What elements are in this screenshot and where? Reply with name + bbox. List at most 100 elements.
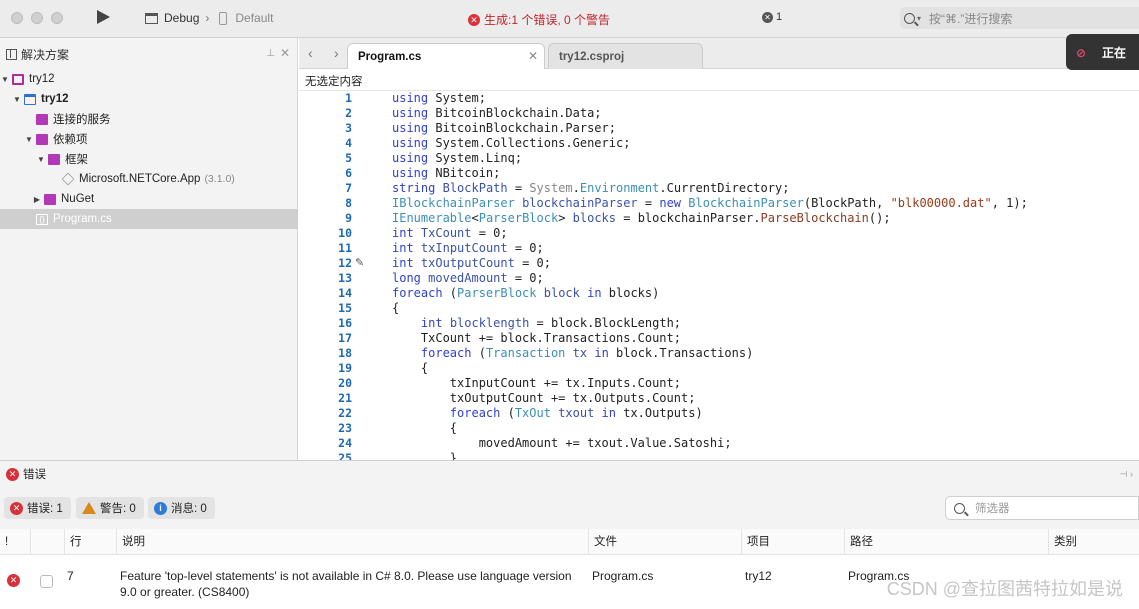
folder-icon bbox=[36, 133, 48, 145]
messages-filter-label: 消息: 0 bbox=[171, 503, 207, 515]
line-number[interactable]: 2 bbox=[316, 106, 352, 121]
line-number[interactable]: 4 bbox=[316, 136, 352, 151]
line-number[interactable]: 8 bbox=[316, 196, 352, 211]
tree-item-frameworks[interactable]: ▼ 框架 bbox=[0, 149, 298, 169]
notification-popup[interactable]: ⊘ 正在 bbox=[1066, 34, 1139, 70]
tree-item-label: Program.cs bbox=[53, 213, 112, 225]
tree-item-connected-services[interactable]: 连接的服务 bbox=[0, 109, 298, 129]
line-number[interactable]: 3 bbox=[316, 121, 352, 136]
line-number[interactable]: 23 bbox=[316, 421, 352, 436]
folder-icon bbox=[48, 153, 60, 165]
tab-try12-csproj[interactable]: try12.csproj bbox=[548, 43, 703, 69]
close-icon[interactable]: ✕ bbox=[280, 46, 290, 60]
line-number[interactable]: 18 bbox=[316, 346, 352, 361]
line-number[interactable]: 24 bbox=[316, 436, 352, 451]
code-line: { bbox=[392, 421, 458, 435]
code-line: txOutputCount += tx.Outputs.Count; bbox=[392, 391, 696, 405]
error-icon: ✕ bbox=[7, 574, 20, 587]
tree-item-package[interactable]: Microsoft.NETCore.App (3.1.0) bbox=[0, 169, 298, 189]
tree-item-project[interactable]: ▼ try12 bbox=[0, 89, 298, 109]
line-number[interactable]: 10 bbox=[316, 226, 352, 241]
code-area[interactable]: using System; using BitcoinBlockchain.Da… bbox=[392, 91, 1132, 460]
build-config[interactable]: Debug bbox=[164, 11, 199, 25]
col-check[interactable] bbox=[30, 529, 64, 555]
panel-icon bbox=[6, 48, 17, 60]
code-line: txInputCount += tx.Inputs.Count; bbox=[392, 376, 681, 390]
error-panel-title: 错误 bbox=[23, 469, 46, 481]
tree-item-label: 连接的服务 bbox=[53, 114, 111, 126]
code-line: foreach (TxOut txout in tx.Outputs) bbox=[449, 406, 703, 420]
run-icon[interactable] bbox=[97, 10, 110, 24]
errors-filter-button[interactable]: ✕ 错误: 1 bbox=[4, 497, 71, 519]
device-icon bbox=[219, 11, 228, 25]
filter-input[interactable]: 筛选器 bbox=[945, 496, 1139, 520]
tree-item-dependencies[interactable]: ▼ 依赖项 bbox=[0, 129, 298, 149]
file-icon: {} bbox=[36, 213, 48, 225]
line-number[interactable]: 12 bbox=[316, 256, 352, 271]
col-category[interactable]: 类别 bbox=[1048, 529, 1077, 555]
error-icon: ✕ bbox=[10, 501, 23, 515]
col-path[interactable]: 路径 bbox=[844, 529, 873, 555]
pin-icon[interactable]: ⊥ bbox=[266, 48, 275, 59]
build-status[interactable]: ✕ 生成:1 个错误, 0 个警告 bbox=[468, 11, 610, 28]
forward-icon[interactable]: › bbox=[334, 45, 339, 61]
code-line: { bbox=[392, 301, 400, 315]
tree-item-program-cs[interactable]: {} Program.cs bbox=[0, 209, 298, 229]
expand-triangle-icon[interactable]: ▼ bbox=[24, 135, 34, 144]
tree-item-nuget[interactable]: ▶ NuGet bbox=[0, 189, 298, 209]
tree-item-label: 依赖项 bbox=[53, 134, 88, 146]
line-number[interactable]: 13 bbox=[316, 271, 352, 286]
error-filter-bar: ✕ 错误: 1 警告: 0 i 消息: 0 筛选器 bbox=[0, 487, 1139, 529]
brush-icon[interactable]: ✎ bbox=[355, 256, 364, 269]
line-number[interactable]: 11 bbox=[316, 241, 352, 256]
line-number[interactable]: 20 bbox=[316, 376, 352, 391]
col-file[interactable]: 文件 bbox=[588, 529, 617, 555]
line-number[interactable]: 15 bbox=[316, 301, 352, 316]
col-description[interactable]: 说明 bbox=[116, 529, 145, 555]
line-number[interactable]: 1 bbox=[316, 91, 352, 106]
col-severity[interactable]: ! bbox=[0, 529, 8, 555]
expand-triangle-icon[interactable]: ▼ bbox=[36, 155, 46, 164]
search-input[interactable]: 按“⌘.”进行搜索 bbox=[929, 10, 1012, 27]
global-search[interactable]: ▾ 按“⌘.”进行搜索 bbox=[900, 7, 1139, 29]
messages-filter-button[interactable]: i 消息: 0 bbox=[148, 497, 215, 519]
code-line: { bbox=[392, 361, 429, 375]
close-tab-icon[interactable]: ✕ bbox=[528, 49, 538, 63]
error-table-header: ! 行 说明 文件 项目 路径 类别 bbox=[0, 529, 1139, 555]
row-description: Feature 'top-level statements' is not av… bbox=[120, 569, 572, 599]
line-number[interactable]: 14 bbox=[316, 286, 352, 301]
error-count-badge[interactable]: ✕ 1 bbox=[762, 11, 782, 23]
warnings-filter-button[interactable]: 警告: 0 bbox=[76, 497, 144, 519]
line-number[interactable]: 19 bbox=[316, 361, 352, 376]
line-number[interactable]: 9 bbox=[316, 211, 352, 226]
line-number[interactable]: 5 bbox=[316, 151, 352, 166]
expand-triangle-icon[interactable]: ▼ bbox=[12, 95, 22, 104]
back-icon[interactable]: ‹ bbox=[308, 45, 313, 61]
line-number[interactable]: 6 bbox=[316, 166, 352, 181]
breadcrumb[interactable]: 无选定内容 bbox=[299, 69, 1139, 91]
row-checkbox[interactable] bbox=[40, 575, 53, 588]
line-number[interactable]: 7 bbox=[316, 181, 352, 196]
code-line: long movedAmount = 0; bbox=[392, 271, 544, 285]
pin-icon[interactable]: ⊣ › bbox=[1120, 469, 1133, 480]
run-target[interactable]: Default bbox=[235, 11, 273, 25]
zoom-window-button[interactable] bbox=[51, 12, 63, 24]
tree-item-solution[interactable]: ▼ try12 bbox=[0, 69, 298, 89]
window-icon bbox=[145, 12, 158, 24]
folder-icon bbox=[44, 193, 56, 205]
line-number[interactable]: 22 bbox=[316, 406, 352, 421]
code-line: int blocklength = block.BlockLength; bbox=[420, 316, 682, 330]
line-number[interactable]: 17 bbox=[316, 331, 352, 346]
folder-icon bbox=[36, 113, 48, 125]
col-line[interactable]: 行 bbox=[64, 529, 82, 555]
close-window-button[interactable] bbox=[11, 12, 23, 24]
minimize-window-button[interactable] bbox=[31, 12, 43, 24]
config-selector[interactable]: Debug › Default bbox=[145, 11, 273, 25]
filter-placeholder: 筛选器 bbox=[975, 503, 1010, 515]
collapse-triangle-icon[interactable]: ▶ bbox=[32, 195, 42, 204]
col-project[interactable]: 项目 bbox=[741, 529, 770, 555]
line-number[interactable]: 21 bbox=[316, 391, 352, 406]
line-number[interactable]: 16 bbox=[316, 316, 352, 331]
expand-triangle-icon[interactable]: ▼ bbox=[0, 75, 10, 84]
tab-program-cs[interactable]: Program.cs ✕ bbox=[347, 43, 545, 69]
